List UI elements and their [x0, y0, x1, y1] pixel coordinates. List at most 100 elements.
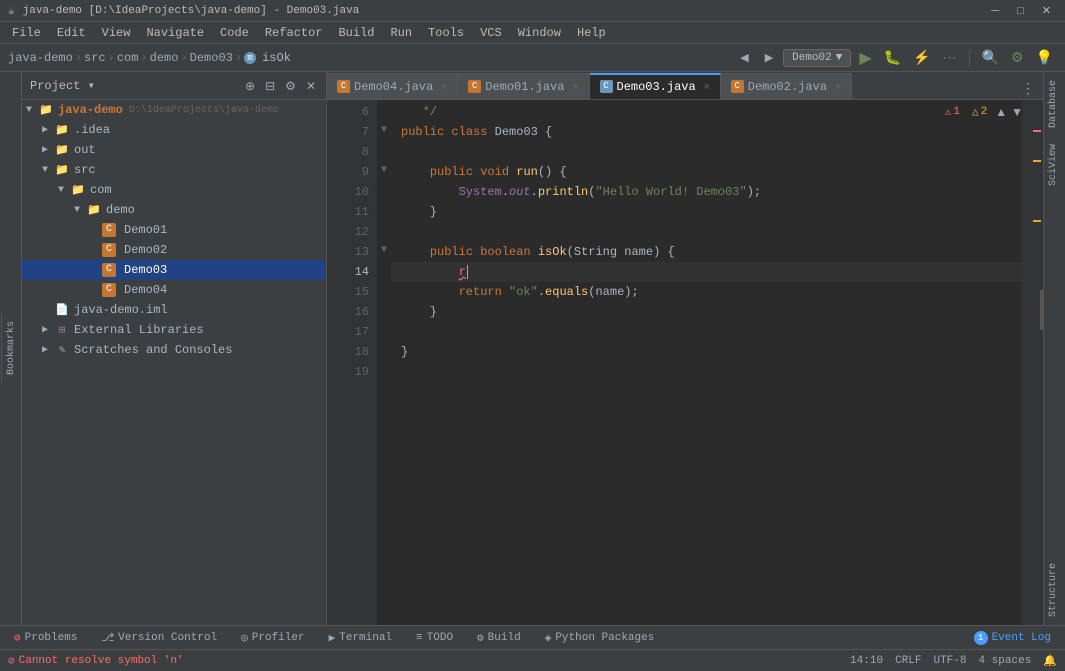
- error-icon: ⚠: [945, 105, 952, 119]
- tab-close-demo01[interactable]: ✕: [572, 81, 578, 93]
- database-sidebar-tab[interactable]: Database: [1044, 72, 1065, 136]
- fold-marker-9[interactable]: ▼: [377, 160, 391, 180]
- menu-vcs[interactable]: VCS: [472, 24, 510, 42]
- bottom-tab-python-packages[interactable]: ◈ Python Packages: [539, 628, 661, 648]
- tree-item-demo[interactable]: ▼ 📁 demo: [22, 200, 326, 220]
- breadcrumb-com[interactable]: com: [117, 51, 139, 65]
- menu-view[interactable]: View: [94, 24, 139, 42]
- tree-item-com[interactable]: ▼ 📁 com: [22, 180, 326, 200]
- maximize-button[interactable]: □: [1011, 2, 1030, 19]
- close-button[interactable]: ✕: [1036, 2, 1057, 19]
- menu-file[interactable]: File: [4, 24, 49, 42]
- minimize-button[interactable]: ─: [985, 2, 1005, 19]
- scroll-bar-track[interactable]: [1021, 100, 1029, 625]
- bookmarks-sidebar-label[interactable]: Bookmarks: [1, 313, 21, 383]
- warnings-navigate-down[interactable]: ▼: [1011, 105, 1023, 119]
- tab-demo03[interactable]: C Demo03.java ✕: [590, 73, 721, 99]
- run-button[interactable]: ▶: [855, 46, 875, 70]
- tab-icon-demo03: C: [600, 80, 613, 93]
- tab-close-demo03[interactable]: ✕: [704, 81, 710, 93]
- tree-item-demo01[interactable]: C Demo01: [22, 220, 326, 240]
- tree-item-demo02[interactable]: C Demo02: [22, 240, 326, 260]
- menu-build[interactable]: Build: [330, 24, 382, 42]
- tree-item-src[interactable]: ▼ 📁 src: [22, 160, 326, 180]
- tree-item-ext-libs[interactable]: ▶ ⊞ External Libraries: [22, 320, 326, 340]
- tab-close-demo02[interactable]: ✕: [835, 81, 841, 93]
- menu-run[interactable]: Run: [382, 24, 420, 42]
- close-panel-button[interactable]: ✕: [304, 77, 318, 95]
- terminal-icon: ▶: [329, 631, 336, 645]
- tab-close-demo04[interactable]: ✕: [441, 81, 447, 93]
- tabs-overflow-button[interactable]: ⋮: [1017, 78, 1039, 99]
- breadcrumb-demo[interactable]: demo: [150, 51, 179, 65]
- iml-icon: 📄: [54, 303, 70, 317]
- breadcrumb-project[interactable]: java-demo: [8, 51, 73, 65]
- bottom-tab-terminal[interactable]: ▶ Terminal: [323, 628, 398, 648]
- line-ending[interactable]: CRLF: [895, 655, 921, 667]
- code-line-13: public boolean isOk(String name) {: [391, 242, 1029, 262]
- scratches-icon: ✎: [54, 343, 70, 357]
- menu-bar: File Edit View Navigate Code Refactor Bu…: [0, 22, 1065, 44]
- fold-marker-7[interactable]: ▼: [377, 120, 391, 140]
- breadcrumb-class[interactable]: Demo03: [190, 51, 233, 65]
- scroll-thumb[interactable]: [1040, 290, 1043, 330]
- menu-navigate[interactable]: Navigate: [138, 24, 212, 42]
- method-isok-13: isOk: [538, 242, 567, 262]
- menu-help[interactable]: Help: [569, 24, 614, 42]
- tab-demo04[interactable]: C Demo04.java ✕: [327, 73, 458, 99]
- cursor-position[interactable]: 14:10: [850, 655, 883, 667]
- breadcrumb-method[interactable]: isOk: [262, 51, 291, 65]
- bottom-tab-problems[interactable]: ⊘ Problems: [8, 628, 83, 648]
- ext-libs-icon: ⊞: [54, 323, 70, 337]
- run-with-coverage-button[interactable]: ⚡: [909, 47, 934, 68]
- editor-content[interactable]: */ public class Demo03 { public void run…: [391, 100, 1029, 625]
- nav-back-button[interactable]: ◀: [734, 49, 754, 66]
- menu-tools[interactable]: Tools: [420, 24, 472, 42]
- bottom-tab-profiler[interactable]: ◎ Profiler: [235, 628, 310, 648]
- collapse-all-button[interactable]: ⊟: [263, 77, 277, 95]
- file-encoding[interactable]: UTF-8: [933, 655, 966, 667]
- tree-label-root: java-demo: [58, 103, 123, 117]
- tree-item-demo04[interactable]: C Demo04: [22, 280, 326, 300]
- tree-item-iml[interactable]: 📄 java-demo.iml: [22, 300, 326, 320]
- bottom-panel: ⊘ Problems ⎇ Version Control ◎ Profiler …: [0, 625, 1065, 649]
- tree-arrow-demo: ▼: [74, 205, 86, 216]
- tree-item-demo03[interactable]: C Demo03: [22, 260, 326, 280]
- tree-label-idea: .idea: [74, 123, 110, 137]
- warnings-navigate-up[interactable]: ▲: [995, 105, 1007, 119]
- menu-window[interactable]: Window: [510, 24, 569, 42]
- breadcrumb-src[interactable]: src: [84, 51, 106, 65]
- more-run-actions-button[interactable]: ⋯: [939, 47, 961, 68]
- settings-button[interactable]: ⚙: [1007, 47, 1028, 68]
- bottom-tab-todo[interactable]: ≡ TODO: [410, 628, 459, 648]
- tab-demo01[interactable]: C Demo01.java ✕: [458, 73, 589, 99]
- title-bar-left: ☕ java-demo [D:\IdeaProjects\java-demo] …: [8, 4, 359, 18]
- sciview-sidebar-tab[interactable]: SciView: [1044, 136, 1065, 194]
- debug-button[interactable]: 🐛: [880, 47, 905, 68]
- search-button[interactable]: 🔍: [978, 47, 1003, 68]
- tab-icon-demo01: C: [468, 80, 481, 93]
- nav-forward-button[interactable]: ▶: [759, 49, 779, 66]
- run-config-dropdown[interactable]: Demo02 ▼: [783, 49, 851, 67]
- bottom-tab-eventlog[interactable]: 1 Event Log: [968, 628, 1057, 648]
- tree-item-idea[interactable]: ▶ 📁 .idea: [22, 120, 326, 140]
- bottom-tab-build[interactable]: ⚙ Build: [471, 628, 527, 648]
- fold-marker-13[interactable]: ▼: [377, 240, 391, 260]
- structure-sidebar-tab[interactable]: Structure: [1044, 555, 1065, 625]
- out-10: out: [509, 182, 531, 202]
- bottom-tab-versioncontrol[interactable]: ⎇ Version Control: [95, 628, 223, 648]
- tree-item-scratches[interactable]: ▶ ✎ Scratches and Consoles: [22, 340, 326, 360]
- menu-code[interactable]: Code: [212, 24, 257, 42]
- menu-refactor[interactable]: Refactor: [257, 24, 331, 42]
- tree-item-out[interactable]: ▶ 📁 out: [22, 140, 326, 160]
- add-module-button[interactable]: ⊕: [243, 77, 257, 95]
- menu-edit[interactable]: Edit: [49, 24, 94, 42]
- window-controls[interactable]: ─ □ ✕: [985, 2, 1057, 19]
- project-settings-button[interactable]: ⚙: [283, 77, 298, 95]
- tree-item-root[interactable]: ▼ 📁 java-demo D:\IdeaProjects\java-demo: [22, 100, 326, 120]
- tab-demo02[interactable]: C Demo02.java ✕: [721, 73, 852, 99]
- indent-setting[interactable]: 4 spaces: [978, 655, 1031, 667]
- tree-label-out: out: [74, 143, 96, 157]
- code-line-9: public void run() {: [391, 162, 1029, 182]
- help-search-button[interactable]: 💡: [1032, 47, 1057, 68]
